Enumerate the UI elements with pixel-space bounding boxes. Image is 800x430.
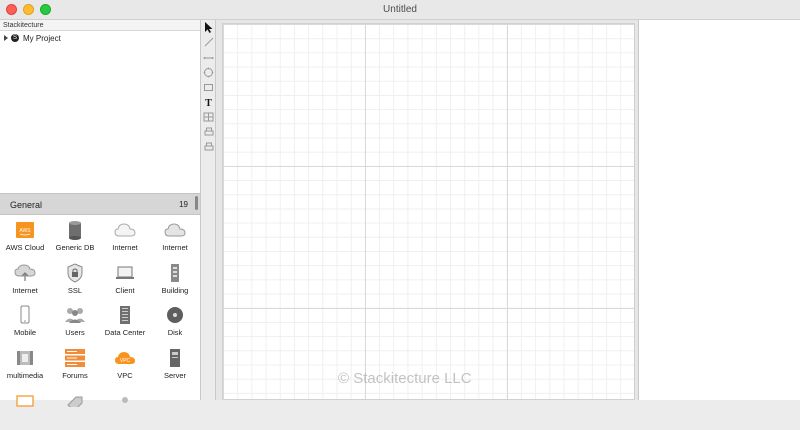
- shape-label: Generic DB: [55, 243, 95, 252]
- shape-grid: AWS AWS Cloud Generic DB Internet Intern…: [0, 217, 200, 430]
- shape-aws-cloud[interactable]: AWS AWS Cloud: [0, 217, 50, 260]
- window-title: Untitled: [383, 4, 417, 15]
- shape-label: Mobile: [13, 328, 37, 337]
- cloud-icon: [114, 219, 136, 241]
- shape-forums[interactable]: Forums: [50, 345, 100, 388]
- shape-label: Data Center: [104, 328, 146, 337]
- library-title: General: [10, 200, 43, 210]
- shape-label: Internet: [12, 285, 38, 295]
- server-icon: [164, 347, 186, 369]
- disclosure-triangle-icon[interactable]: [4, 35, 8, 41]
- tool-palette: T: [201, 20, 216, 400]
- shape-internet[interactable]: Internet: [100, 217, 150, 260]
- printer-icon: [204, 142, 214, 154]
- rectangle-icon: [203, 83, 214, 94]
- shape-label: SSL: [67, 285, 83, 295]
- shape-partial: [150, 387, 200, 430]
- database-icon: [64, 219, 86, 241]
- project-sidebar: Stackitecture S My Project General 19 AW…: [0, 20, 201, 407]
- shape-internet[interactable]: Internet: [0, 260, 50, 303]
- shape-label: Internet: [162, 243, 188, 252]
- text-tool[interactable]: T: [202, 96, 215, 110]
- shape-label: Building: [161, 285, 189, 295]
- canvas-scroll-area[interactable]: © Stackitecture LLC: [216, 20, 638, 400]
- rectangle-tool[interactable]: [202, 81, 215, 95]
- ellipse-tool[interactable]: [202, 66, 215, 80]
- shape-label: multimedia: [6, 370, 44, 380]
- text-icon: T: [205, 97, 212, 109]
- connector-tool[interactable]: [202, 51, 215, 65]
- diagram-canvas[interactable]: © Stackitecture LLC: [222, 23, 635, 400]
- tree-item-my-project[interactable]: S My Project: [0, 31, 200, 45]
- building-icon: [164, 262, 186, 284]
- multimedia-icon: [14, 347, 36, 369]
- title-bar: Untitled: [0, 0, 800, 20]
- table-tool[interactable]: [202, 111, 215, 125]
- line-icon: [204, 37, 214, 49]
- shape-partial[interactable]: [0, 387, 50, 430]
- shape-label: Internet: [112, 243, 138, 252]
- mobile-phone-icon: [14, 304, 36, 326]
- server-rack-icon: [114, 304, 136, 326]
- shape-label: Server: [163, 370, 187, 380]
- shape-multimedia[interactable]: multimedia: [0, 345, 50, 388]
- svg-text:AWS: AWS: [19, 228, 31, 234]
- tag-icon: [64, 389, 86, 411]
- shape-label: AWS Cloud: [5, 243, 45, 252]
- printer-icon: [204, 127, 214, 139]
- forums-icon: [64, 347, 86, 369]
- laptop-icon: [114, 262, 136, 284]
- shape-label: VPC: [117, 370, 133, 380]
- users-icon: [64, 304, 86, 326]
- shape-client[interactable]: Client: [100, 260, 150, 303]
- shape-vpc[interactable]: VPC VPC: [100, 345, 150, 388]
- shape-label: Client: [115, 285, 135, 295]
- project-icon: S: [11, 34, 19, 42]
- cloud-icon: [164, 219, 186, 241]
- connector-icon: [203, 53, 214, 63]
- pointer-tool[interactable]: [202, 21, 215, 35]
- aws-cloud-icon: AWS: [14, 219, 36, 241]
- watermark: © Stackitecture LLC: [338, 370, 472, 387]
- monitor-icon: [14, 389, 36, 411]
- shape-generic-db[interactable]: Generic DB: [50, 217, 100, 260]
- line-tool[interactable]: [202, 36, 215, 50]
- print-alt-tool[interactable]: [202, 141, 215, 155]
- shape-disk[interactable]: Disk: [150, 302, 200, 345]
- shield-lock-icon: [64, 262, 86, 284]
- shape-internet[interactable]: Internet: [150, 217, 200, 260]
- tree-item-label: My Project: [23, 33, 61, 43]
- cloud-upload-icon: [14, 262, 36, 284]
- shape-label: Forums: [62, 370, 88, 380]
- library-header[interactable]: General 19: [0, 193, 200, 215]
- shape-server[interactable]: Server: [150, 345, 200, 388]
- shape-library: General 19 AWS AWS Cloud Generic DB Inte…: [0, 193, 200, 407]
- arrow-pointer-icon: [204, 21, 214, 35]
- table-icon: [203, 112, 214, 124]
- shape-ssl[interactable]: SSL: [50, 260, 100, 303]
- shape-partial[interactable]: [50, 387, 100, 430]
- shape-mobile[interactable]: Mobile: [0, 302, 50, 345]
- shape-label: Disk: [167, 328, 183, 337]
- svg-text:VPC: VPC: [120, 358, 131, 364]
- vpc-cloud-icon: VPC: [114, 347, 136, 369]
- circle-icon: [203, 67, 214, 80]
- print-tool[interactable]: [202, 126, 215, 140]
- shape-building[interactable]: Building: [150, 260, 200, 303]
- shape-partial[interactable]: [100, 387, 150, 430]
- library-count: 19: [179, 200, 188, 209]
- sidebar-header: Stackitecture: [0, 20, 200, 31]
- shape-users[interactable]: Users: [50, 302, 100, 345]
- shape-data-center[interactable]: Data Center: [100, 302, 150, 345]
- shape-label: Users: [65, 328, 85, 337]
- disk-icon: [164, 304, 186, 326]
- person-icon: [114, 389, 136, 411]
- library-scrollbar[interactable]: [195, 196, 198, 210]
- inspector-panel: [638, 20, 800, 400]
